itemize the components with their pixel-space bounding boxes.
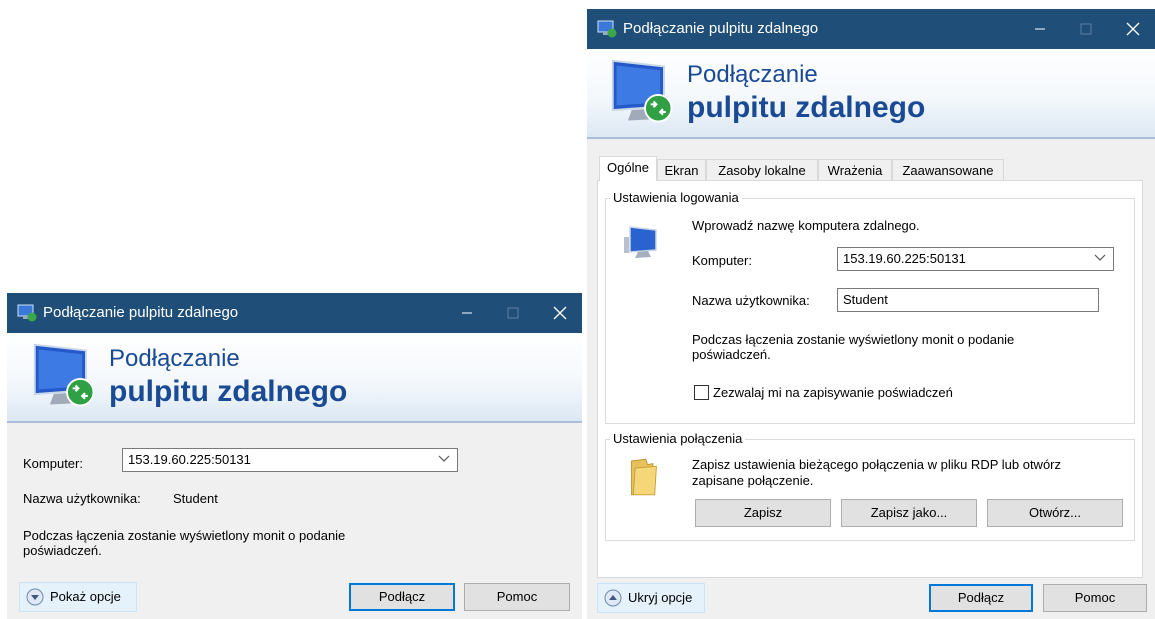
tab-advanced[interactable]: Zaawansowane [892,159,1004,181]
tab-panel: Ustawienia logowania Wprowadź nazwę komp… [597,180,1143,578]
collapsed-rdp-window: Podłączanie pulpitu zdalnego Podłączanie… [7,293,582,619]
login-settings-title: Ustawienia logowania [610,190,742,205]
window-title: Podłączanie pulpitu zdalnego [623,20,819,37]
banner-line2: pulpitu zdalnego [687,91,926,124]
minimize-icon [462,312,472,314]
connect-label: Podłącz [957,590,1005,605]
banner: Podłączanie pulpitu zdalnego [7,333,582,421]
chevron-down-circle-icon [26,588,44,606]
banner-divider [7,421,582,423]
tab-advanced-label: Zaawansowane [902,163,994,178]
title-bar[interactable]: Podłączanie pulpitu zdalnego [587,9,1155,49]
info-text-line1: Podczas łączenia zostanie wyświetlony mo… [23,528,346,543]
maximize-button[interactable] [1063,9,1109,49]
open-label: Otwórz... [1028,505,1081,520]
save-button[interactable]: Zapisz [695,499,831,527]
minimize-button[interactable] [444,293,490,333]
tab-experience[interactable]: Wrażenia [818,159,892,181]
help-label: Pomoc [496,589,538,604]
computer-label: Komputer: [23,456,83,471]
computer-label: Komputer: [692,253,752,268]
connection-info-line1: Zapisz ustawienia bieżącego połączenia w… [692,457,1062,472]
minimize-icon [1035,28,1045,30]
username-label: Nazwa użytkownika: [23,491,141,506]
show-options-button[interactable]: Pokaż opcje [19,582,137,612]
tab-experience-label: Wrażenia [827,163,883,178]
banner-line1: Podłączanie [109,345,240,372]
save-as-button[interactable]: Zapisz jako... [841,499,977,527]
chevron-up-circle-icon [604,589,622,607]
banner-divider [587,137,1155,139]
hide-options-label: Ukryj opcje [628,590,693,605]
save-as-label: Zapisz jako... [870,505,948,520]
window-title: Podłączanie pulpitu zdalnego [43,304,239,321]
credentials-info-line2: poświadczeń. [692,347,771,362]
save-credentials-label[interactable]: Zezwalaj mi na zapisywanie poświadczeń [713,385,953,400]
hide-options-button[interactable]: Ukryj opcje [597,583,705,613]
computer-combobox[interactable]: 153.19.60.225:50131 [837,247,1114,271]
close-icon [1126,22,1140,36]
chevron-down-icon[interactable] [1093,250,1107,264]
maximize-icon [1080,23,1092,35]
title-bar[interactable]: Podłączanie pulpitu zdalnego [7,293,582,333]
close-button[interactable] [1109,9,1155,49]
tab-display-label: Ekran [664,163,699,178]
save-credentials-checkbox[interactable] [694,385,709,400]
remote-desktop-icon [597,20,617,38]
chevron-down-icon[interactable] [437,451,451,465]
login-prompt: Wprowadź nazwę komputera zdalnego. [692,218,920,233]
close-button[interactable] [536,293,582,333]
computer-value: 153.19.60.225:50131 [843,251,966,266]
tab-display[interactable]: Ekran [657,159,706,181]
folder-icon [631,458,657,496]
computer-icon [624,226,657,258]
username-value: Student [843,292,888,307]
connect-label: Podłącz [378,589,426,604]
connect-button[interactable]: Podłącz [349,583,455,611]
save-label: Zapisz [743,505,783,520]
username-label: Nazwa użytkownika: [692,293,810,308]
tab-general-label: Ogólne [607,160,649,175]
info-text-line2: poświadczeń. [23,543,102,558]
connect-button[interactable]: Podłącz [929,584,1033,612]
maximize-button[interactable] [490,293,536,333]
remote-desktop-monitor-icon [611,59,673,123]
help-button[interactable]: Pomoc [464,583,570,611]
banner-line2: pulpitu zdalnego [109,375,348,408]
help-label: Pomoc [1074,590,1116,605]
connection-settings-title: Ustawienia połączenia [610,431,746,446]
expanded-rdp-window: Podłączanie pulpitu zdalnego Podłączanie… [587,9,1155,619]
minimize-button[interactable] [1017,9,1063,49]
tab-local-resources[interactable]: Zasoby lokalne [706,159,818,181]
username-input[interactable]: Student [837,288,1099,312]
remote-desktop-monitor-icon [33,343,95,407]
banner: Podłączanie pulpitu zdalnego [587,49,1155,137]
credentials-info-line1: Podczas łączenia zostanie wyświetlony mo… [692,332,1015,347]
computer-combobox[interactable]: 153.19.60.225:50131 [122,448,458,472]
open-button[interactable]: Otwórz... [987,499,1123,527]
help-button[interactable]: Pomoc [1043,584,1147,612]
show-options-label: Pokaż opcje [50,589,121,604]
tab-local-resources-label: Zasoby lokalne [718,163,806,178]
maximize-icon [507,307,519,319]
username-value: Student [173,491,218,506]
banner-line1: Podłączanie [687,61,818,88]
close-icon [553,306,567,320]
connection-info-line2: zapisane połączenie. [692,473,814,488]
computer-value: 153.19.60.225:50131 [128,452,251,467]
tab-general[interactable]: Ogólne [599,156,657,181]
remote-desktop-icon [17,304,37,322]
